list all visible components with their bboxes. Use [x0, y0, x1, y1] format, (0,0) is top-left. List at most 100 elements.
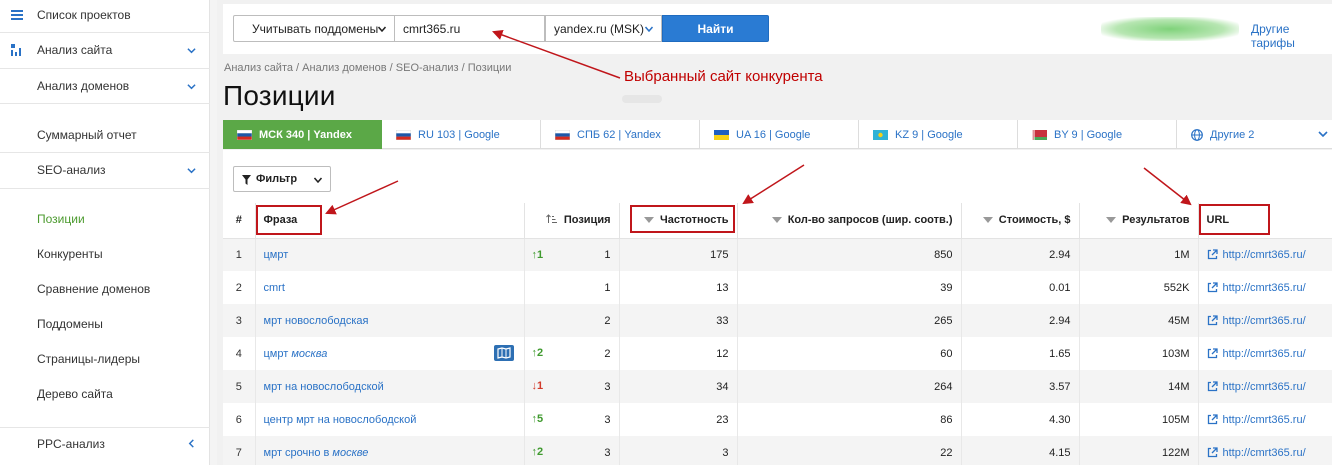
sidebar-item-ppc[interactable]: PPC-анализ [0, 435, 210, 453]
sidebar-item-label: Анализ доменов [37, 79, 130, 93]
phrase-text[interactable]: мрт новослободская [264, 315, 369, 327]
sidebar-item-positions[interactable]: Позиции [0, 210, 210, 228]
phrase-text[interactable]: мрт срочно в [264, 447, 333, 459]
sidebar-item-competitors[interactable]: Конкуренты [0, 245, 210, 263]
app-root: Список проектов Анализ сайта Анализ доме… [0, 0, 1332, 465]
phrase-cell[interactable]: cmrt [255, 271, 525, 304]
phrase-text[interactable]: мрт на новослободской [264, 381, 384, 393]
url-link[interactable]: http://cmrt365.ru/ [1223, 414, 1306, 426]
tab-other[interactable]: Другие 2 [1177, 120, 1332, 149]
sidebar-item-label: Страницы-лидеры [37, 352, 141, 366]
sidebar-divider [0, 103, 210, 104]
table-header-row: # Фраза Позиция Частотность Кол-во запро… [223, 203, 1332, 239]
breadcrumb[interactable]: Анализ сайта / Анализ доменов / SEO-анал… [224, 62, 511, 74]
tab-by-google[interactable]: BY 9 | Google [1018, 120, 1177, 149]
cost-cell: 1.65 [961, 337, 1080, 370]
col-header-position[interactable]: Позиция [524, 203, 620, 239]
cost-cell: 0.01 [961, 271, 1080, 304]
position-value: 3 [604, 413, 611, 426]
url-cell[interactable]: http://cmrt365.ru/ [1198, 370, 1332, 403]
filter-button[interactable]: Фильтр [233, 166, 331, 192]
tab-label: МСК 340 | Yandex [259, 128, 352, 141]
chevron-down-icon [187, 48, 196, 54]
phrase-cell[interactable]: цмрт [255, 238, 525, 271]
frequency-cell: 23 [619, 403, 738, 436]
url-link[interactable]: http://cmrt365.ru/ [1223, 348, 1306, 360]
tab-msk-yandex[interactable]: МСК 340 | Yandex [223, 120, 382, 149]
tab-spb-yandex[interactable]: СПБ 62 | Yandex [541, 120, 700, 149]
position-cell: ↓1 3 [524, 370, 620, 403]
col-header-queries[interactable]: Кол-во запросов (шир. соотв.) [737, 203, 962, 239]
sidebar-item-leader-pages[interactable]: Страницы-лидеры [0, 350, 210, 368]
row-number: 4 [223, 337, 256, 370]
url-cell[interactable]: http://cmrt365.ru/ [1198, 271, 1332, 304]
sidebar-item-site-tree[interactable]: Дерево сайта [0, 385, 210, 403]
sidebar-item-seo[interactable]: SEO-анализ [0, 160, 210, 180]
phrase-text[interactable]: cmrt [264, 282, 285, 294]
sidebar-item-subdomains[interactable]: Поддомены [0, 315, 210, 333]
table-row: 5 мрт на новослободской ↓1 3 34 264 3.57 14M htt… [223, 370, 1332, 403]
col-header-cost[interactable]: Стоимость, $ [961, 203, 1080, 239]
external-link-icon [1207, 314, 1218, 325]
sidebar-item-summary[interactable]: Суммарный отчет [0, 126, 210, 144]
frequency-cell: 34 [619, 370, 738, 403]
blurred-account-info [1101, 17, 1239, 41]
row-number: 2 [223, 271, 256, 304]
sidebar-item-site-analysis[interactable]: Анализ сайта [0, 40, 210, 60]
sidebar-item-compare-domains[interactable]: Сравнение доменов [0, 280, 210, 298]
sidebar-scrollbar[interactable] [210, 0, 217, 465]
cost-cell: 2.94 [961, 304, 1080, 337]
col-header-label: Результатов [1122, 214, 1190, 227]
other-tariffs-link[interactable]: Другие тарифы [1251, 22, 1332, 50]
table-row: 3 мрт новослободская 2 33 265 2.94 45M http://c… [223, 304, 1332, 337]
position-value: 1 [604, 281, 611, 294]
url-link[interactable]: http://cmrt365.ru/ [1223, 282, 1306, 294]
table-row: 7 мрт срочно в москве ↑2 3 3 22 4.15 122M http:/… [223, 436, 1332, 465]
sort-asc-icon [545, 214, 557, 224]
table-row: 2 cmrt 1 13 39 0.01 552K http://cmrt365.ru/ [223, 271, 1332, 304]
chevron-down-icon [1318, 131, 1328, 138]
sidebar-item-domain-analysis[interactable]: Анализ доменов [0, 76, 210, 96]
url-link[interactable]: http://cmrt365.ru/ [1223, 447, 1306, 459]
sidebar-item-label: Список проектов [37, 8, 131, 22]
col-header-label: # [235, 214, 242, 227]
phrase-cell[interactable]: мрт на новослободской [255, 370, 525, 403]
url-cell[interactable]: http://cmrt365.ru/ [1198, 436, 1332, 465]
phrase-cell[interactable]: цмрт москва [255, 337, 525, 370]
subdomains-dropdown[interactable]: Учитывать поддомены [233, 15, 395, 42]
region-select[interactable]: yandex.ru (MSK) [545, 15, 662, 42]
url-cell[interactable]: http://cmrt365.ru/ [1198, 304, 1332, 337]
url-link[interactable]: http://cmrt365.ru/ [1223, 315, 1306, 327]
phrase-cell[interactable]: центр мрт на новослободской [255, 403, 525, 436]
tab-kz-google[interactable]: KZ 9 | Google [859, 120, 1018, 149]
url-link[interactable]: http://cmrt365.ru/ [1223, 249, 1306, 261]
sidebar-item-label: Анализ сайта [37, 43, 113, 57]
url-cell[interactable]: http://cmrt365.ru/ [1198, 238, 1332, 271]
tab-ua-google[interactable]: UA 16 | Google [700, 120, 859, 149]
row-number: 3 [223, 304, 256, 337]
phrase-cell[interactable]: мрт срочно в москве [255, 436, 525, 465]
external-link-icon [1207, 380, 1218, 391]
queries-cell: 39 [737, 271, 962, 304]
url-cell[interactable]: http://cmrt365.ru/ [1198, 403, 1332, 436]
map-icon[interactable] [493, 345, 514, 361]
filter-label: Фильтр [256, 173, 298, 185]
queries-cell: 265 [737, 304, 962, 337]
subdomains-label: Учитывать поддомены [252, 21, 379, 36]
domain-input[interactable] [395, 15, 545, 42]
sidebar-item-projects[interactable]: Список проектов [0, 6, 210, 24]
col-header-results[interactable]: Результатов [1079, 203, 1199, 239]
tab-ru-google[interactable]: RU 103 | Google [382, 120, 541, 149]
phrase-text[interactable]: цмрт [264, 249, 289, 261]
url-link[interactable]: http://cmrt365.ru/ [1223, 381, 1306, 393]
position-change: ↑2 [531, 347, 544, 359]
phrase-text[interactable]: центр мрт на новослободской [264, 414, 417, 426]
filter-icon [242, 175, 251, 185]
table-row: 4 цмрт москва ↑2 2 12 60 1.65 103M http://cmrt36… [223, 337, 1332, 370]
phrase-text[interactable]: цмрт [264, 348, 292, 360]
phrase-cell[interactable]: мрт новослободская [255, 304, 525, 337]
frequency-cell: 175 [619, 238, 738, 271]
cost-cell: 2.94 [961, 238, 1080, 271]
url-cell[interactable]: http://cmrt365.ru/ [1198, 337, 1332, 370]
find-button[interactable]: Найти [662, 15, 769, 42]
